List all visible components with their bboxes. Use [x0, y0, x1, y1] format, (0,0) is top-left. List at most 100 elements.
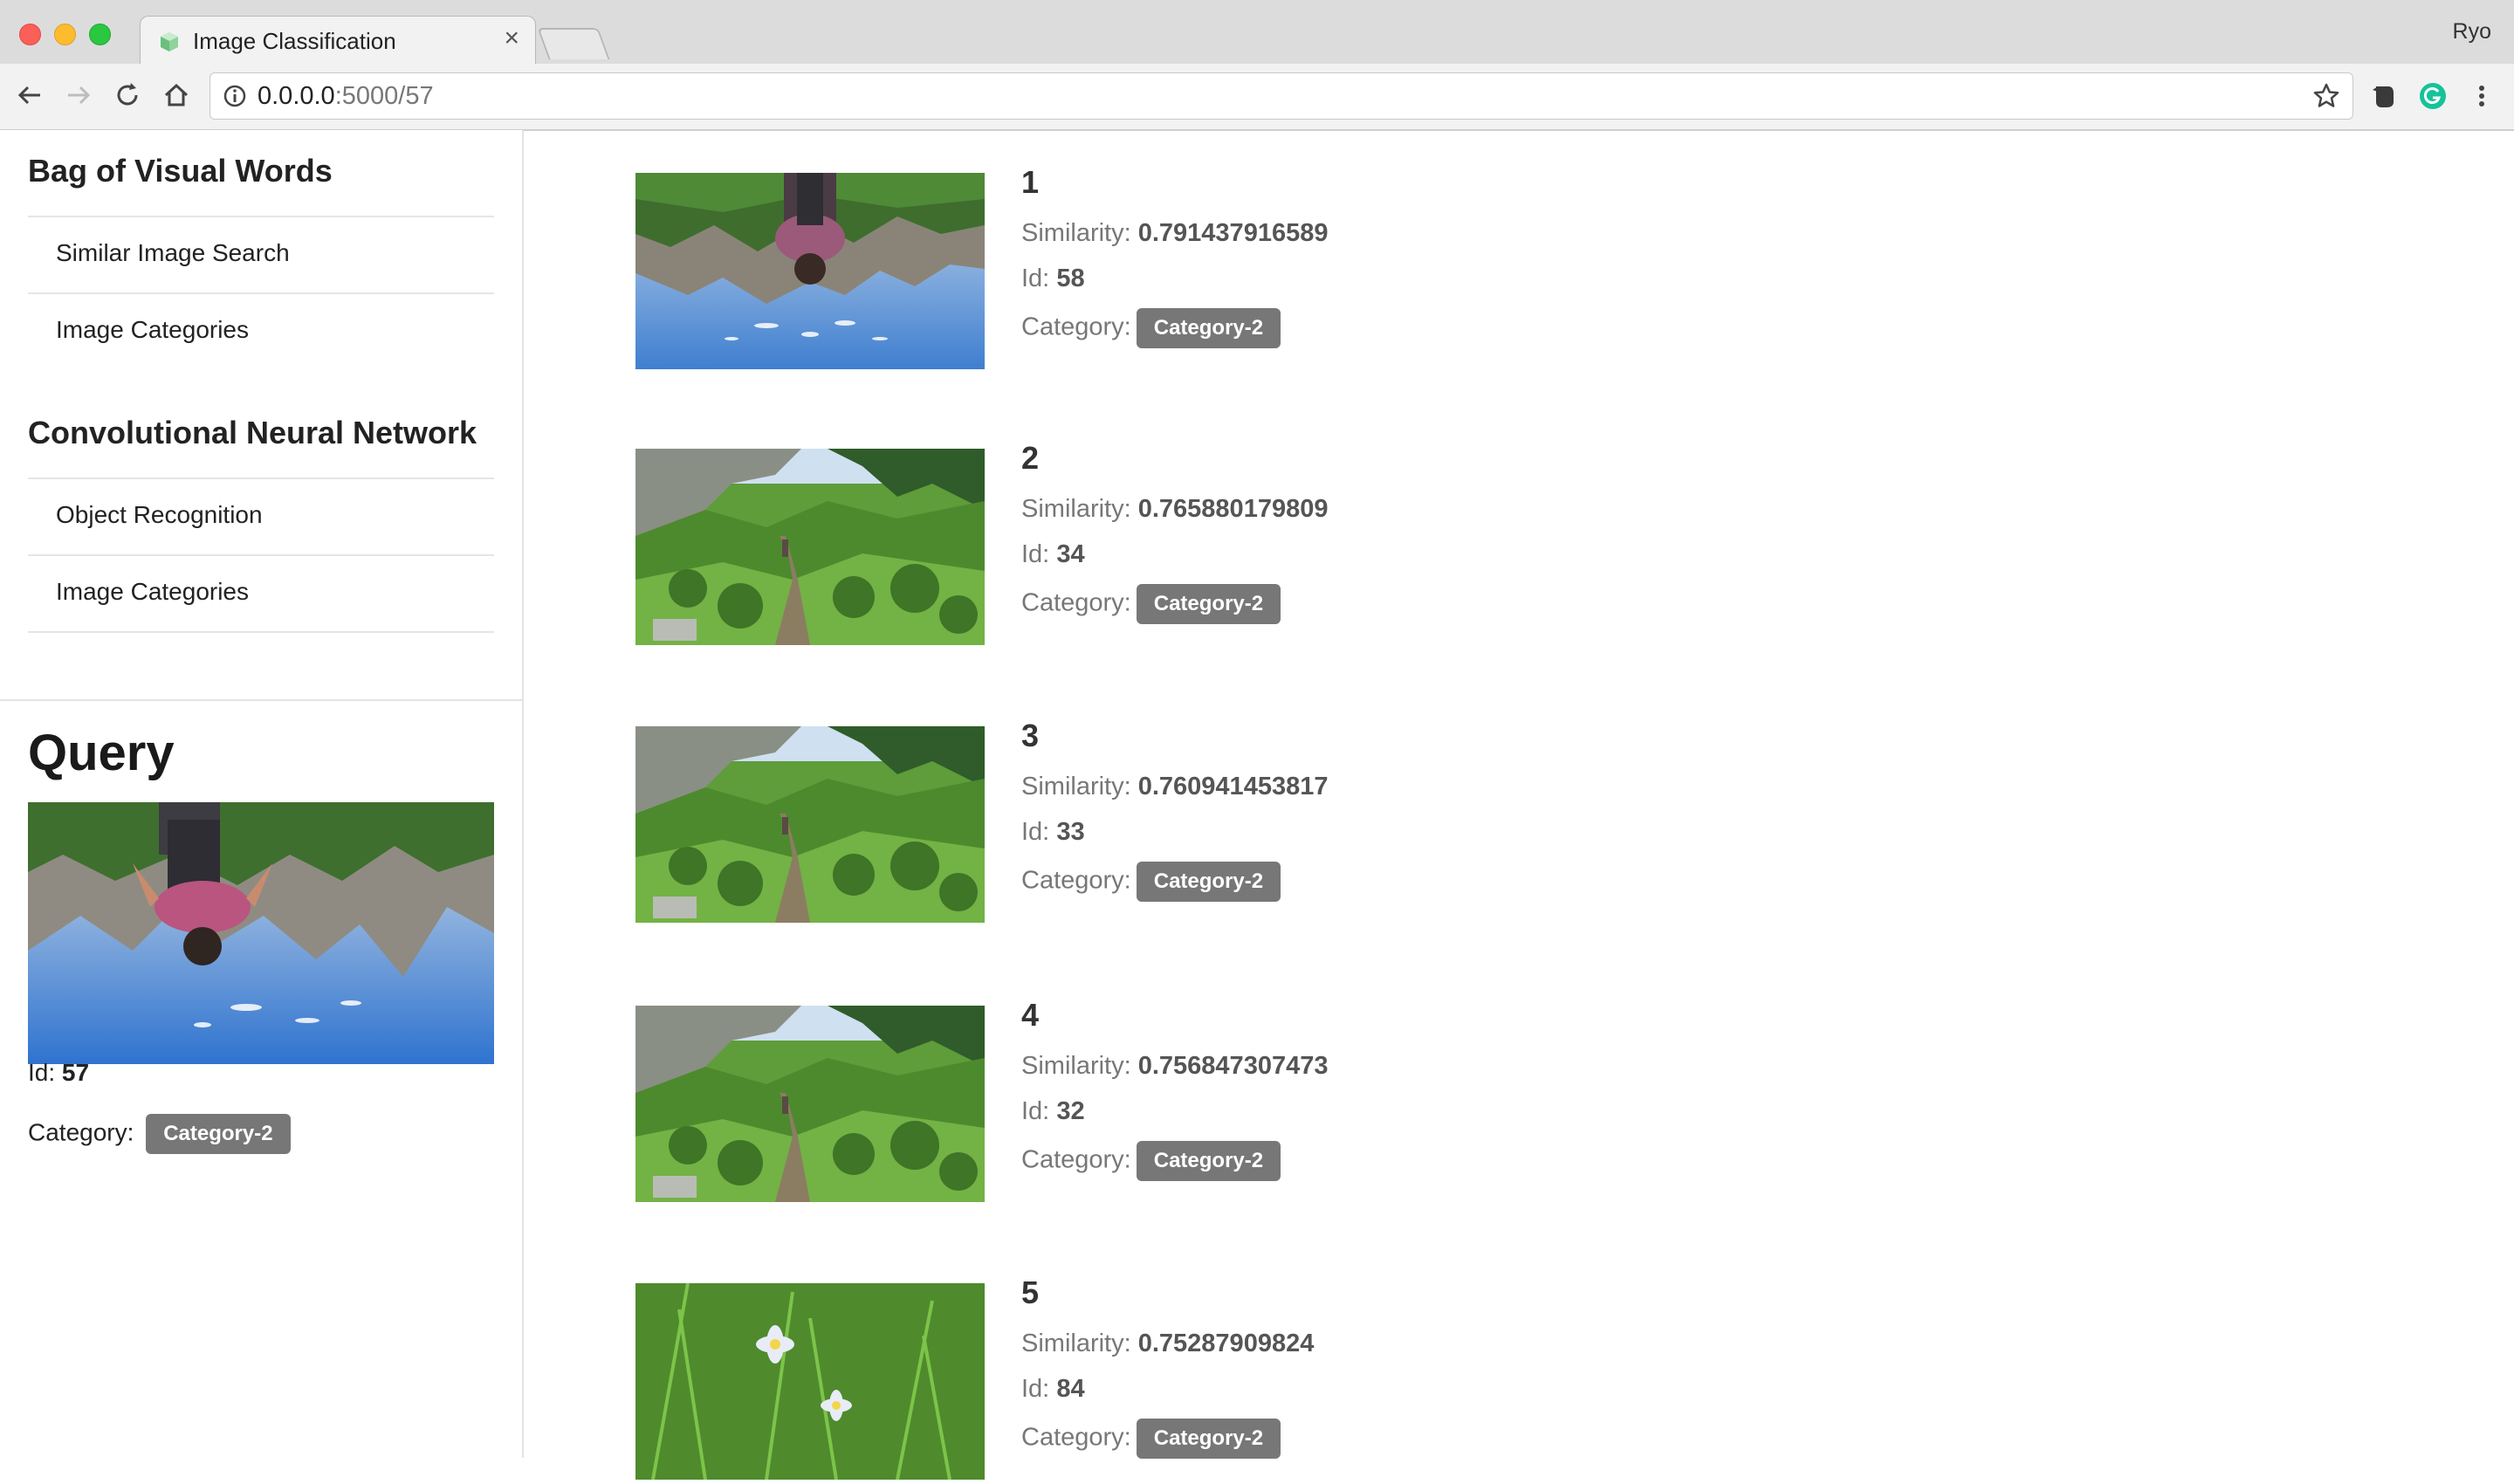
- bookmark-star-icon[interactable]: [2312, 82, 2340, 110]
- result-similarity: Similarity: 0.760941453817: [1021, 773, 1328, 801]
- similarity-value: 0.75287909824: [1137, 1329, 1315, 1357]
- result-rank: 1: [1021, 164, 1040, 200]
- similarity-label: Similarity:: [1021, 1329, 1131, 1357]
- result-category: Category: Category-2: [1021, 1141, 1281, 1181]
- id-value: 33: [1056, 818, 1085, 846]
- result-category: Category: Category-2: [1021, 1419, 1281, 1459]
- query-id-value: 57: [61, 1059, 90, 1086]
- similarity-value: 0.791437916589: [1137, 219, 1329, 247]
- result-item: 1 Similarity: 0.791437916589 Id: 58 Cate…: [635, 164, 1683, 374]
- back-arrow-icon[interactable]: [14, 79, 45, 111]
- result-image[interactable]: [635, 173, 985, 369]
- category-badge: Category-2: [1136, 1419, 1281, 1459]
- result-item: 2 Similarity: 0.765880179809 Id: 34 Cate…: [635, 440, 1683, 649]
- result-similarity: Similarity: 0.756847307473: [1021, 1052, 1328, 1081]
- close-tab-icon[interactable]: ×: [504, 25, 519, 52]
- divider: [28, 477, 494, 479]
- similarity-value: 0.756847307473: [1137, 1052, 1329, 1080]
- query-title: Query: [28, 725, 175, 781]
- result-category: Category: Category-2: [1021, 308, 1281, 348]
- similarity-label: Similarity:: [1021, 1052, 1131, 1080]
- tab-title: Image Classification: [193, 28, 396, 54]
- result-rank: 5: [1021, 1274, 1040, 1310]
- category-badge: Category-2: [1136, 308, 1281, 348]
- cnn-heading: Convolutional Neural Network: [28, 415, 477, 450]
- result-category: Category: Category-2: [1021, 584, 1281, 624]
- result-rank: 3: [1021, 718, 1040, 753]
- bovw-heading: Bag of Visual Words: [28, 153, 333, 189]
- result-id: Id: 84: [1021, 1375, 1085, 1404]
- id-value: 84: [1056, 1375, 1085, 1403]
- reload-icon[interactable]: [112, 79, 143, 111]
- nav-similar-image-search[interactable]: Similar Image Search: [56, 239, 290, 267]
- cube-icon: [161, 32, 178, 52]
- id-label: Id:: [1021, 540, 1050, 568]
- category-label: Category:: [1021, 588, 1131, 617]
- category-label: Category:: [1021, 1423, 1131, 1452]
- url-text[interactable]: 0.0.0.0:5000/57: [258, 82, 434, 111]
- similarity-label: Similarity:: [1021, 773, 1131, 800]
- category-badge: Category-2: [1136, 862, 1281, 902]
- sidebar: Bag of Visual Words Similar Image Search…: [0, 130, 524, 1458]
- info-icon[interactable]: [223, 84, 247, 108]
- category-badge: Category-2: [1136, 1141, 1281, 1181]
- category-badge: Category-2: [1136, 584, 1281, 624]
- grammarly-extension-icon[interactable]: [2418, 81, 2448, 111]
- id-label: Id:: [1021, 265, 1050, 292]
- section-divider: [0, 699, 522, 701]
- result-id: Id: 58: [1021, 265, 1085, 293]
- result-rank: 2: [1021, 440, 1040, 476]
- divider: [28, 631, 494, 633]
- minimize-window-button[interactable]: [54, 24, 76, 45]
- profile-name[interactable]: Ryo: [2453, 19, 2491, 45]
- url-host: 0.0.0.0: [258, 82, 335, 110]
- nav-bovw-image-categories[interactable]: Image Categories: [56, 316, 249, 344]
- query-category-label: Category:: [28, 1118, 134, 1146]
- home-icon[interactable]: [161, 79, 192, 111]
- result-id: Id: 33: [1021, 818, 1085, 847]
- result-image[interactable]: [635, 726, 985, 923]
- new-tab-button[interactable]: [537, 28, 610, 59]
- id-label: Id:: [1021, 1097, 1050, 1125]
- category-label: Category:: [1021, 1145, 1131, 1174]
- result-item: 5 Similarity: 0.75287909824 Id: 84 Categ…: [635, 1274, 1683, 1484]
- result-image[interactable]: [635, 449, 985, 645]
- url-path: :5000/57: [334, 82, 434, 110]
- id-value: 58: [1056, 265, 1085, 292]
- result-similarity: Similarity: 0.765880179809: [1021, 495, 1328, 524]
- query-image: [28, 802, 494, 1064]
- result-item: 4 Similarity: 0.756847307473 Id: 32 Cate…: [635, 997, 1683, 1206]
- forward-arrow-icon[interactable]: [63, 79, 94, 111]
- browser-tab-bar: Image Classification × Ryo: [0, 0, 2514, 65]
- result-image[interactable]: [635, 1006, 985, 1202]
- close-window-button[interactable]: [19, 24, 41, 45]
- similarity-label: Similarity:: [1021, 219, 1131, 247]
- divider: [28, 292, 494, 294]
- similarity-value: 0.760941453817: [1137, 773, 1329, 800]
- query-category: Category: Category-2: [28, 1114, 291, 1154]
- zoom-window-button[interactable]: [89, 24, 111, 45]
- category-label: Category:: [1021, 866, 1131, 895]
- divider: [28, 554, 494, 556]
- similarity-label: Similarity:: [1021, 495, 1131, 523]
- result-id: Id: 34: [1021, 540, 1085, 569]
- id-label: Id:: [1021, 1375, 1050, 1403]
- nav-object-recognition[interactable]: Object Recognition: [56, 501, 263, 529]
- evernote-extension-icon[interactable]: [2369, 81, 2399, 111]
- result-category: Category: Category-2: [1021, 862, 1281, 902]
- address-bar[interactable]: 0.0.0.0:5000/57: [210, 72, 2353, 120]
- result-rank: 4: [1021, 997, 1040, 1033]
- browser-tab[interactable]: Image Classification ×: [140, 16, 536, 65]
- result-image[interactable]: [635, 1283, 985, 1480]
- category-badge: Category-2: [146, 1114, 291, 1154]
- id-value: 34: [1056, 540, 1085, 568]
- result-id: Id: 32: [1021, 1097, 1085, 1126]
- id-label: Id:: [1021, 818, 1050, 846]
- more-menu-icon[interactable]: [2467, 81, 2497, 111]
- divider: [28, 216, 494, 217]
- nav-cnn-image-categories[interactable]: Image Categories: [56, 578, 249, 606]
- result-item: 3 Similarity: 0.760941453817 Id: 33 Cate…: [635, 718, 1683, 927]
- query-id: Id: 57: [28, 1059, 89, 1087]
- browser-toolbar: 0.0.0.0:5000/57: [0, 64, 2514, 131]
- similarity-value: 0.765880179809: [1137, 495, 1329, 523]
